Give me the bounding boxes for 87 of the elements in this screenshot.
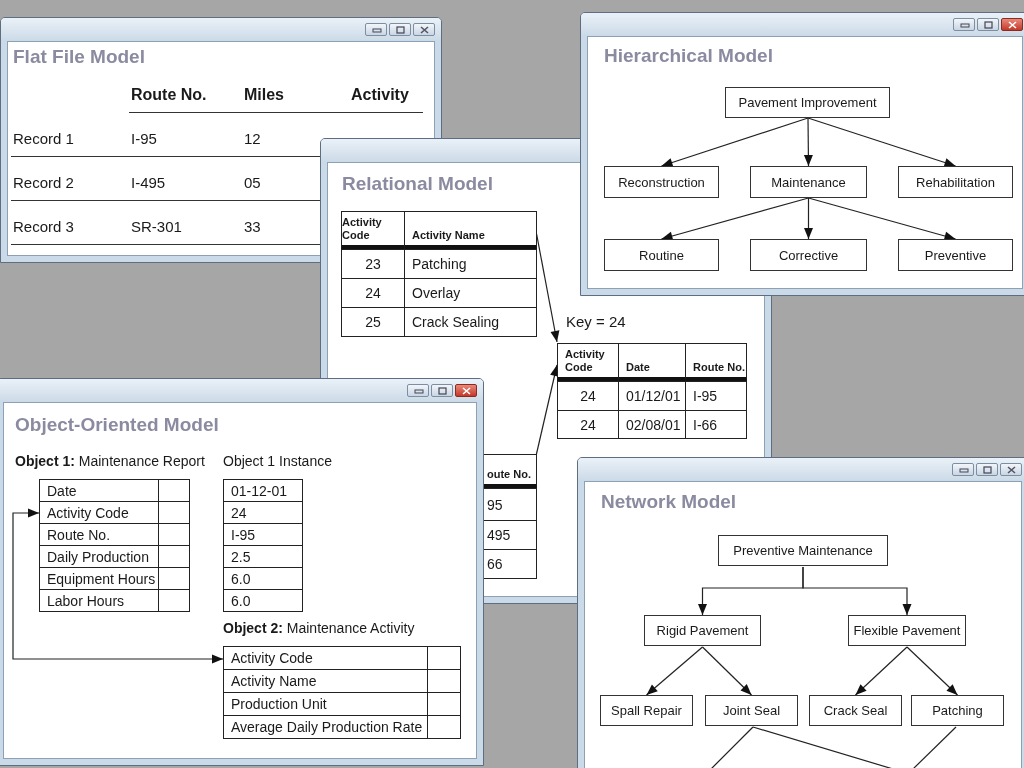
maximize-icon <box>981 20 995 29</box>
arrow <box>906 646 959 696</box>
table-cell: 24 <box>557 410 619 439</box>
table-cell: Date <box>39 479 159 502</box>
key-label: Key = 24 <box>566 313 626 330</box>
table-cell: Crack Sealing <box>404 307 537 337</box>
table-cell: I-95 <box>223 523 303 546</box>
table-cell: 33 <box>244 218 261 235</box>
window-title: Network Model <box>601 491 737 513</box>
column-header: Activity Name <box>404 211 537 250</box>
table-cell: 24 <box>557 381 619 411</box>
maximize-button[interactable] <box>977 18 999 31</box>
diagram-node: Preventive Maintenance <box>718 535 888 566</box>
column-header: Miles <box>244 86 284 104</box>
connector-line <box>912 726 957 768</box>
table-cell: Patching <box>404 249 537 279</box>
window-title: Hierarchical Model <box>604 45 773 67</box>
object-label: Object 2: Maintenance Activity <box>223 620 415 636</box>
diagram-node: Rigid Pavement <box>644 615 761 646</box>
table-cell: 01-12-01 <box>223 479 303 502</box>
table-cell: I-95 <box>131 130 157 147</box>
arrow <box>645 646 704 696</box>
maximize-button[interactable] <box>431 384 453 397</box>
table-cell <box>427 646 461 670</box>
minimize-button[interactable] <box>952 463 974 476</box>
row-label: Record 3 <box>13 218 74 235</box>
table-cell: 6.0 <box>223 567 303 590</box>
minimize-icon <box>956 465 970 474</box>
table-cell: 23 <box>341 249 405 279</box>
column-header: Activity Code <box>341 211 405 250</box>
arrow <box>701 646 753 696</box>
maximize-button[interactable] <box>389 23 411 36</box>
close-button[interactable] <box>1000 463 1022 476</box>
arrow <box>854 646 908 696</box>
maximize-button[interactable] <box>976 463 998 476</box>
table-cell: I-495 <box>131 174 166 191</box>
column-header: Route No. <box>685 343 747 382</box>
table-cell: 05 <box>244 174 261 191</box>
table-cell <box>427 715 461 739</box>
diagram-node: Reconstruction <box>604 166 719 198</box>
column-header: Activity <box>351 86 409 104</box>
diagram-node: Crack Seal <box>809 695 902 726</box>
row-label: Record 1 <box>13 130 74 147</box>
table-cell: SR-301 <box>131 218 182 235</box>
close-button[interactable] <box>1001 18 1023 31</box>
table-cell: 24 <box>223 501 303 524</box>
table-cell: Average Daily Production Rate <box>223 715 428 739</box>
table-cell: I-95 <box>685 381 747 411</box>
maximize-icon <box>435 386 449 395</box>
close-button[interactable] <box>455 384 477 397</box>
diagram-node: Corrective <box>750 239 867 271</box>
object-label: Object 1: Maintenance Report <box>15 453 205 469</box>
table-cell: 2.5 <box>223 545 303 568</box>
table-cell: 25 <box>341 307 405 337</box>
column-header: Activity Code <box>557 343 619 382</box>
diagram-node: Patching <box>911 695 1004 726</box>
maximize-icon <box>980 465 994 474</box>
row-label: Record 2 <box>13 174 74 191</box>
column-header: Date <box>618 343 686 382</box>
window-title: Relational Model <box>342 173 493 195</box>
object-label: Object 1 Instance <box>223 453 332 469</box>
minimize-button[interactable] <box>365 23 387 36</box>
diagram-node: Maintenance <box>750 166 867 198</box>
table-cell: 6.0 <box>223 589 303 612</box>
diagram-node: Flexible Pavement <box>848 615 966 646</box>
table-cell <box>158 589 190 612</box>
maximize-icon <box>393 25 407 34</box>
table-cell: 12 <box>244 130 261 147</box>
table-cell: Labor Hours <box>39 589 159 612</box>
window-title: Object-Oriented Model <box>15 414 219 436</box>
close-button[interactable] <box>413 23 435 36</box>
minimize-button[interactable] <box>953 18 975 31</box>
diagram-node: Spall Repair <box>600 695 693 726</box>
table-cell: Activity Code <box>223 646 428 670</box>
minimize-icon <box>957 20 971 29</box>
minimize-icon <box>369 25 383 34</box>
minimize-icon <box>411 386 425 395</box>
diagram-node: Rehabilitation <box>898 166 1013 198</box>
diagram-node: Routine <box>604 239 719 271</box>
column-header: Route No. <box>131 86 207 104</box>
window-title: Flat File Model <box>13 46 145 68</box>
diagram-node: Preventive <box>898 239 1013 271</box>
diagram-node: Joint Seal <box>705 695 798 726</box>
diagram-node: Pavement Improvement <box>725 87 890 118</box>
table-cell: I-66 <box>685 410 747 439</box>
minimize-button[interactable] <box>407 384 429 397</box>
table-cell <box>158 479 190 502</box>
